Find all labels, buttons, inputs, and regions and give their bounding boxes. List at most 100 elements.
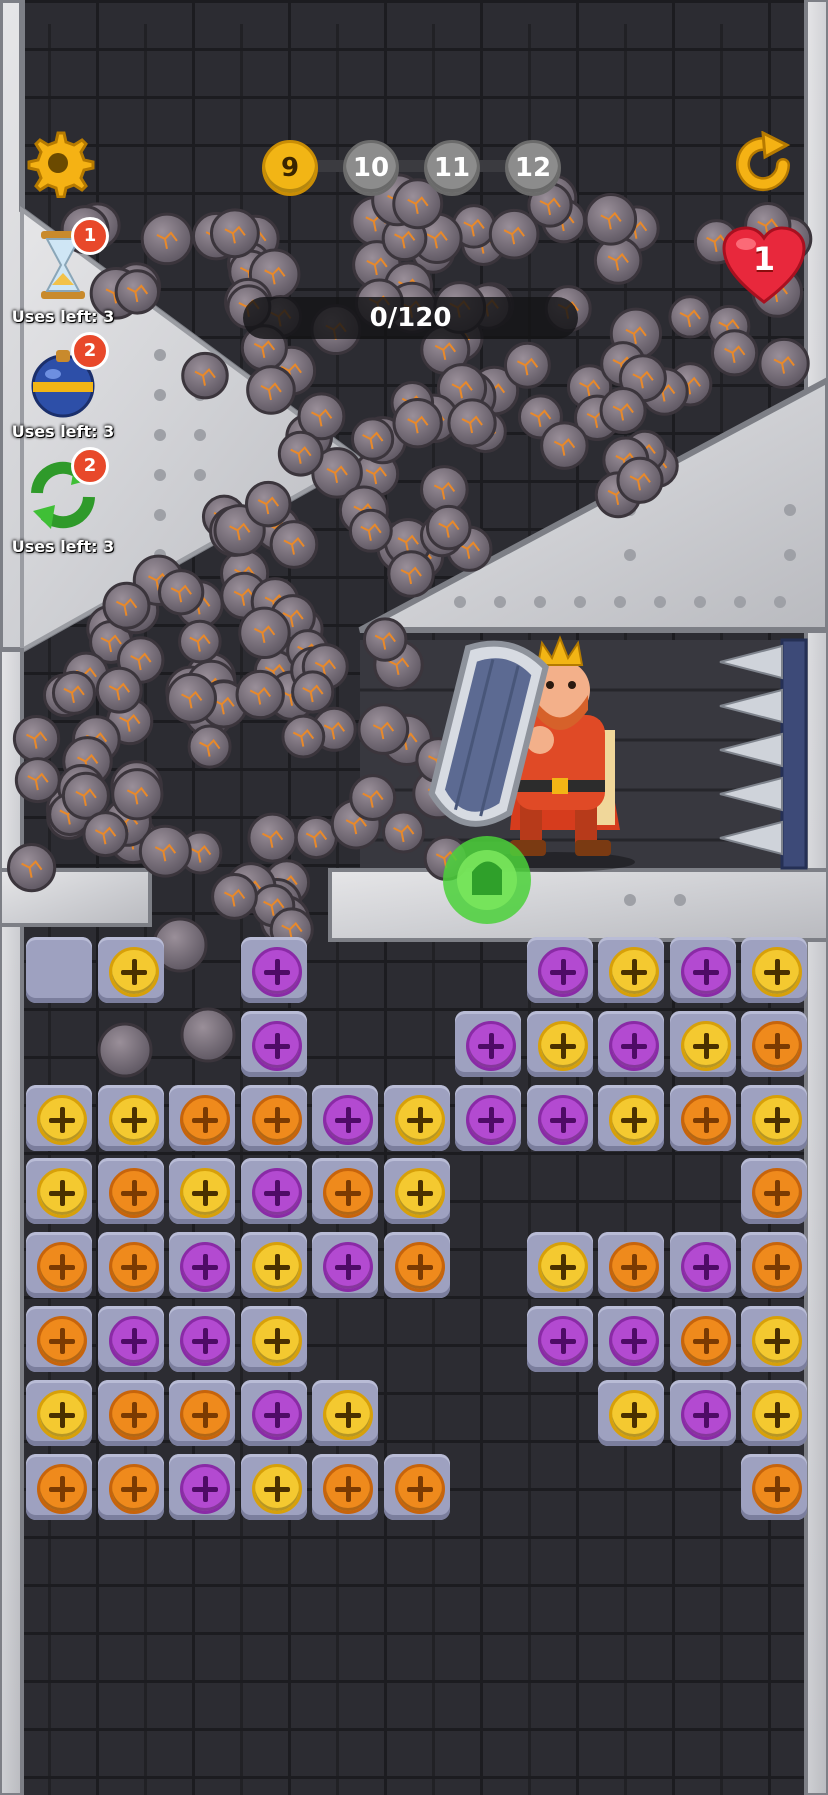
yellow-screw[interactable] <box>609 1389 659 1440</box>
screw-tile[interactable] <box>598 937 664 1003</box>
screw-tile[interactable] <box>312 1158 378 1225</box>
screw-tile[interactable] <box>240 1158 307 1225</box>
orange-screw[interactable] <box>752 1463 802 1514</box>
purple-screw[interactable] <box>251 1020 302 1071</box>
screw-tile[interactable] <box>669 1084 736 1151</box>
screw-tile[interactable] <box>741 1306 807 1372</box>
yellow-screw[interactable] <box>37 1389 87 1440</box>
screw-tile[interactable] <box>741 1158 807 1225</box>
orange-screw[interactable] <box>37 1463 87 1514</box>
yellow-screw[interactable] <box>752 1094 802 1145</box>
purple-screw[interactable] <box>466 1094 516 1145</box>
screw-tile[interactable] <box>240 1084 307 1151</box>
screw-tile[interactable] <box>26 1158 92 1225</box>
yellow-screw[interactable] <box>680 1020 731 1071</box>
screw-tile[interactable] <box>97 1453 164 1520</box>
screw-tile[interactable] <box>526 937 593 1003</box>
purple-screw[interactable] <box>180 1242 230 1293</box>
yellow-screw[interactable] <box>251 1242 302 1293</box>
settings-button[interactable] <box>26 128 96 198</box>
screw-tile[interactable] <box>312 1379 378 1446</box>
screw-tile[interactable] <box>598 1306 664 1372</box>
screw-tile[interactable] <box>741 1379 807 1446</box>
screw-tile[interactable] <box>669 1010 736 1077</box>
screw-tile[interactable] <box>741 1232 807 1299</box>
purple-screw[interactable] <box>537 1316 588 1366</box>
orange-screw[interactable] <box>108 1389 159 1440</box>
orange-screw[interactable] <box>108 1168 159 1219</box>
screw-tile[interactable] <box>383 1158 450 1225</box>
purple-screw[interactable] <box>609 1316 659 1366</box>
orange-screw[interactable] <box>752 1168 802 1219</box>
screw-tile[interactable] <box>240 937 307 1003</box>
yellow-screw[interactable] <box>394 1094 445 1145</box>
screw-tile[interactable] <box>741 937 807 1003</box>
screw-tile[interactable] <box>26 1084 92 1151</box>
screw-tile[interactable] <box>669 937 736 1003</box>
orange-screw[interactable] <box>323 1168 373 1219</box>
screw-tile[interactable] <box>240 1232 307 1299</box>
screw-tile[interactable] <box>240 1306 307 1372</box>
screw-tile[interactable] <box>526 1232 593 1299</box>
orange-screw[interactable] <box>108 1463 159 1514</box>
screw-tile[interactable] <box>383 1232 450 1299</box>
orange-screw[interactable] <box>37 1242 87 1293</box>
orange-screw[interactable] <box>37 1316 87 1366</box>
orange-screw[interactable] <box>752 1242 802 1293</box>
screw-tile[interactable] <box>169 1158 235 1225</box>
purple-screw[interactable] <box>180 1463 230 1514</box>
purple-screw[interactable] <box>537 1094 588 1145</box>
orange-screw[interactable] <box>609 1242 659 1293</box>
purple-screw[interactable] <box>108 1316 159 1366</box>
screw-tile[interactable] <box>240 1379 307 1446</box>
screw-tile[interactable] <box>169 1306 235 1372</box>
purple-screw[interactable] <box>680 947 731 997</box>
screw-tile[interactable] <box>526 1010 593 1077</box>
purple-screw[interactable] <box>680 1242 731 1293</box>
empty-tile[interactable] <box>26 937 92 1003</box>
purple-screw[interactable] <box>251 1389 302 1440</box>
yellow-screw[interactable] <box>394 1168 445 1219</box>
purple-screw[interactable] <box>466 1020 516 1071</box>
screw-tile[interactable] <box>169 1379 235 1446</box>
screw-tile[interactable] <box>741 1084 807 1151</box>
orange-screw[interactable] <box>394 1242 445 1293</box>
orange-screw[interactable] <box>680 1316 731 1366</box>
orange-screw[interactable] <box>108 1242 159 1293</box>
screw-tile[interactable] <box>312 1232 378 1299</box>
screw-tile[interactable] <box>97 1306 164 1372</box>
screw-tile[interactable] <box>455 1010 521 1077</box>
screw-tile[interactable] <box>26 1232 92 1299</box>
screw-tile[interactable] <box>383 1453 450 1520</box>
purple-screw[interactable] <box>323 1242 373 1293</box>
screw-tile[interactable] <box>741 1453 807 1520</box>
yellow-screw[interactable] <box>752 1316 802 1366</box>
screw-tile[interactable] <box>97 937 164 1003</box>
yellow-screw[interactable] <box>251 1463 302 1514</box>
orange-screw[interactable] <box>323 1463 373 1514</box>
yellow-screw[interactable] <box>108 947 159 997</box>
yellow-screw[interactable] <box>323 1389 373 1440</box>
yellow-screw[interactable] <box>537 1020 588 1071</box>
purple-screw[interactable] <box>180 1316 230 1366</box>
booster-hourglass[interactable]: 1 Uses left: 3 <box>8 217 118 326</box>
screw-tile[interactable] <box>598 1084 664 1151</box>
orange-screw[interactable] <box>251 1094 302 1145</box>
yellow-screw[interactable] <box>37 1168 87 1219</box>
yellow-screw[interactable] <box>37 1094 87 1145</box>
yellow-screw[interactable] <box>251 1316 302 1366</box>
orange-screw[interactable] <box>394 1463 445 1514</box>
orange-screw[interactable] <box>752 1020 802 1071</box>
yellow-screw[interactable] <box>537 1242 588 1293</box>
booster-shuffle[interactable]: 2 Uses left: 3 <box>8 447 118 556</box>
screw-tile[interactable] <box>598 1232 664 1299</box>
purple-screw[interactable] <box>323 1094 373 1145</box>
orange-screw[interactable] <box>180 1094 230 1145</box>
screw-tile[interactable] <box>312 1084 378 1151</box>
yellow-screw[interactable] <box>609 947 659 997</box>
screw-tile[interactable] <box>741 1010 807 1077</box>
screw-tile[interactable] <box>669 1232 736 1299</box>
orange-screw[interactable] <box>680 1094 731 1145</box>
screw-tile[interactable] <box>97 1379 164 1446</box>
screw-tile[interactable] <box>669 1306 736 1372</box>
